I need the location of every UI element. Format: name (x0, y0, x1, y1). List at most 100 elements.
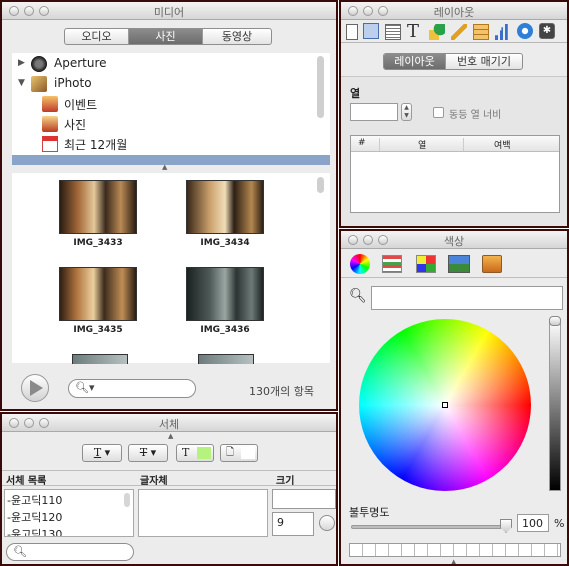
tree-row-aperture[interactable]: ▶ Aperture (18, 56, 298, 72)
photo-grid: IMG_3433 IMG_3434 IMG_3435 IMG_3436 (12, 173, 330, 364)
tree-row-selected[interactable] (12, 155, 330, 165)
chart-icon[interactable] (495, 24, 508, 40)
crayons-tab-icon[interactable] (482, 255, 502, 273)
brightness-slider[interactable] (549, 316, 561, 491)
col-header-column[interactable]: 열 (379, 138, 426, 151)
columns-stepper[interactable]: ▲ ▼ (401, 103, 412, 121)
equal-width-checkbox[interactable] (433, 107, 444, 118)
colors-titlebar[interactable]: 색상 (341, 231, 567, 249)
text-icon[interactable]: T (407, 21, 419, 42)
size-value: 9 (277, 516, 284, 529)
source-list-scrollbar[interactable] (317, 56, 324, 118)
size-slider-knob[interactable] (319, 515, 335, 531)
photos-icon (42, 116, 58, 132)
color-palettes-tab-icon[interactable] (416, 255, 436, 273)
document-color-icon: 🗋 (226, 447, 235, 458)
shapes-icon[interactable] (429, 24, 445, 40)
image-palettes-tab-icon[interactable] (448, 255, 470, 273)
fonts-expand-handle[interactable]: ▲ (168, 432, 173, 440)
photo-grid-scrollbar[interactable] (317, 177, 324, 193)
search-icon: 🔍︎▾ (75, 381, 95, 394)
media-source-list: ▶ Aperture ▼ iPhoto 이벤트 사진 최근 12개월 (12, 53, 330, 165)
magnifier-icon[interactable]: 🔍︎ (349, 288, 367, 304)
fonts-search-field[interactable]: 🔍︎ (6, 543, 134, 561)
equal-width-label: 동등 열 너비 (449, 110, 502, 121)
list-item[interactable]: -윤고딕120 (7, 509, 62, 525)
tab-layout[interactable]: 레이아웃 (384, 54, 446, 69)
photo-caption: IMG_3434 (200, 238, 250, 248)
opacity-label: 불투명도 (349, 506, 390, 519)
photo-thumbnail[interactable] (59, 180, 137, 234)
media-tabs: 오디오 사진 동영상 (64, 28, 272, 45)
tab-photos[interactable]: 사진 (129, 29, 203, 44)
strikethrough-menu[interactable]: T ▾ (128, 444, 168, 462)
inspector-titlebar[interactable]: 레이아웃 (341, 2, 567, 20)
graphic-icon[interactable] (451, 24, 467, 40)
photo-thumbnail[interactable] (186, 180, 264, 234)
photo-caption: IMG_3435 (73, 325, 123, 335)
list-item[interactable]: -윤고딕130 (7, 526, 62, 536)
recent-label: 최근 12개월 (64, 138, 128, 152)
photo-thumbnail[interactable] (59, 267, 137, 321)
brightness-knob[interactable] (549, 316, 561, 326)
opacity-percent: % (554, 517, 565, 530)
layout-icon[interactable] (363, 23, 379, 39)
opacity-field[interactable]: 100 (517, 514, 549, 532)
col-header-number[interactable]: # (358, 138, 366, 148)
columns-label: 열 (350, 87, 361, 100)
text-color-button[interactable]: T (176, 444, 214, 462)
photos-label: 사진 (64, 118, 87, 132)
split-handle[interactable]: ▲ (162, 163, 167, 171)
underline-menu[interactable]: T ▾ (82, 444, 122, 462)
link-icon[interactable] (517, 23, 533, 39)
document-color-button[interactable]: 🗋 (220, 444, 258, 462)
iphoto-icon (31, 76, 47, 92)
colors-title: 색상 (443, 235, 465, 248)
color-search-field[interactable] (371, 286, 563, 310)
disclosure-down-icon[interactable]: ▼ (18, 78, 25, 88)
disclosure-right-icon[interactable]: ▶ (18, 58, 25, 68)
wrap-icon[interactable] (385, 24, 401, 40)
tab-movies[interactable]: 동영상 (203, 29, 271, 44)
font-list-header: 서체 목록 글자체 크기 (2, 470, 336, 487)
play-button[interactable] (21, 374, 49, 402)
opacity-slider[interactable] (351, 519, 512, 533)
color-wheel-tab-icon[interactable] (350, 254, 370, 274)
events-label: 이벤트 (64, 98, 98, 112)
tab-numbering[interactable]: 번호 매기기 (446, 54, 522, 69)
tree-row-photos[interactable]: 사진 (42, 116, 302, 132)
aperture-icon (31, 56, 47, 72)
tab-audio[interactable]: 오디오 (65, 29, 129, 44)
photo-thumbnail[interactable] (198, 354, 254, 364)
tree-row-recent[interactable]: 최근 12개월 (42, 136, 302, 152)
list-item[interactable]: -윤고딕110 (7, 492, 62, 508)
fonts-titlebar[interactable]: 서체 (2, 414, 336, 432)
color-wheel-cursor[interactable] (442, 402, 448, 408)
typeface-header: 글자체 (140, 476, 168, 487)
iphoto-label: iPhoto (54, 76, 92, 90)
calendar-icon (42, 136, 58, 152)
inspector-toolbar: T ✱ (341, 21, 567, 43)
media-search-field[interactable]: 🔍︎▾ (68, 379, 196, 398)
color-sliders-tab-icon[interactable] (382, 255, 402, 273)
photo-thumbnail[interactable] (186, 267, 264, 321)
colors-window: 색상 🔍︎ 불투명도 100 % ▲ (339, 229, 569, 566)
color-wheel[interactable] (359, 319, 531, 491)
color-swatches[interactable] (349, 543, 561, 557)
media-titlebar[interactable]: 미디어 (2, 2, 336, 20)
inspector-content: 열 ▲ ▼ 동등 열 너비 # 열 여백 (341, 76, 567, 226)
size-list[interactable]: 9 (272, 512, 314, 536)
tree-row-events[interactable]: 이벤트 (42, 96, 302, 112)
photo-thumbnail[interactable] (72, 354, 128, 364)
col-header-gutter[interactable]: 여백 (463, 138, 511, 151)
tree-row-iphoto[interactable]: ▼ iPhoto (18, 76, 298, 92)
metrics-icon[interactable]: ✱ (539, 23, 555, 39)
columns-field[interactable] (350, 103, 398, 121)
table-icon[interactable] (473, 24, 489, 40)
size-field[interactable] (272, 489, 336, 509)
font-family-scrollbar[interactable] (124, 493, 130, 507)
search-icon: 🔍︎ (13, 545, 27, 558)
opacity-knob[interactable] (500, 519, 512, 533)
swatches-expand-handle[interactable]: ▲ (451, 558, 456, 564)
document-icon[interactable] (346, 24, 358, 40)
